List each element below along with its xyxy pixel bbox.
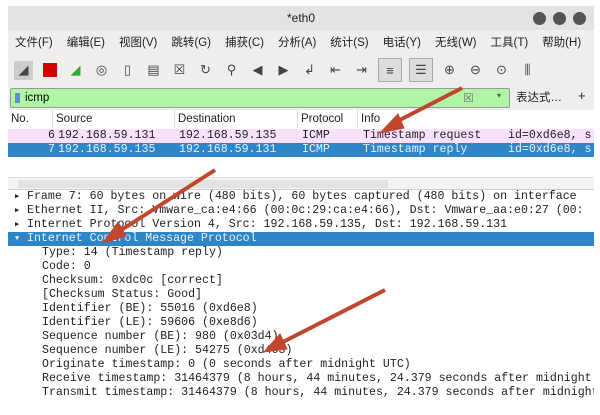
title-bar: *eth0 [8,6,594,30]
tree-item-icmp[interactable]: ▼ Internet Control Message Protocol [8,232,594,246]
minimize-button[interactable] [533,12,546,25]
tree-label: Internet Control Message Protocol [27,232,257,245]
column-header-source[interactable]: Source [53,110,175,128]
menu-bar: 文件(F) 编辑(E) 视图(V) 跳转(G) 捕获(C) 分析(A) 统计(S… [8,32,588,54]
clear-filter-icon[interactable]: ☒ [463,91,474,105]
packet-destination: 192.168.59.135 [179,129,277,142]
field-transmit-timestamp[interactable]: Transmit timestamp: 31464379 (8 hours, 4… [8,386,594,400]
column-header-no[interactable]: No. [8,110,53,128]
display-filter-bar: ☒ ▾ [10,88,510,108]
packet-info: Timestamp request [363,129,482,142]
scrollbar-thumb[interactable] [18,180,388,188]
column-header-destination[interactable]: Destination [175,110,298,128]
menu-capture[interactable]: 捕获(C) [218,32,271,54]
menu-help[interactable]: 帮助(H) [535,32,588,54]
packet-info-extra: id=0xd6e8, s [508,129,592,142]
back-icon[interactable]: ◀ [248,61,267,80]
packet-source: 192.168.59.131 [58,129,156,142]
packet-info-extra: id=0xd6e8, s [508,143,592,156]
tree-item-ethernet[interactable]: ▶ Ethernet II, Src: Vmware_ca:e4:66 (00:0… [8,204,594,218]
main-toolbar: ◢ ◢ ◎ ▯ ▤ ☒ ↻ ⚲ ◀ ▶ ↲ ⇤ ⇥ ≡ ☰ ⊕ ⊖ ⊙ ⫼ [8,56,594,84]
packet-no: 6 [48,129,55,142]
packet-protocol: ICMP [302,129,330,142]
menu-tools[interactable]: 工具(T) [484,32,536,54]
menu-statistics[interactable]: 统计(S) [323,32,375,54]
filter-dropdown-icon[interactable]: ▾ [497,91,501,100]
bookmark-icon[interactable] [15,93,20,103]
field-code[interactable]: Code: 0 [8,260,594,274]
expand-icon[interactable]: ▶ [15,190,19,204]
resize-columns-icon[interactable]: ⫼ [518,61,537,80]
packet-info: Timestamp reply [363,143,468,156]
expand-icon[interactable]: ▶ [15,204,19,218]
field-receive-timestamp[interactable]: Receive timestamp: 31464379 (8 hours, 44… [8,372,594,386]
expand-icon[interactable]: ▶ [15,218,19,232]
tree-label: Internet Protocol Version 4, Src: 192.16… [27,218,508,231]
close-file-icon[interactable]: ☒ [170,61,189,80]
goto-icon[interactable]: ↲ [300,61,319,80]
display-filter-input[interactable] [25,90,455,106]
open-icon[interactable]: ▯ [118,61,137,80]
autoscroll-icon[interactable]: ≡ [378,58,402,82]
field-sequence-be[interactable]: Sequence number (BE): 980 (0x03d4) [8,330,594,344]
options-gear-icon[interactable]: ◎ [92,61,111,80]
close-button[interactable] [573,12,586,25]
packet-protocol: ICMP [302,143,330,156]
field-type[interactable]: Type: 14 (Timestamp reply) [8,246,594,260]
field-identifier-le[interactable]: Identifier (LE): 59606 (0xe8d6) [8,316,594,330]
tree-label: Frame 7: 60 bytes on wire (480 bits), 60… [27,190,577,203]
menu-analyze[interactable]: 分析(A) [271,32,323,54]
menu-edit[interactable]: 编辑(E) [60,32,112,54]
reload-icon[interactable]: ↻ [196,61,215,80]
tree-label: Ethernet II, Src: Vmware_ca:e4:66 (00:0c… [27,204,584,217]
wireshark-window: *eth0 文件(F) 编辑(E) 视图(V) 跳转(G) 捕获(C) 分析(A… [8,6,594,415]
menu-telephony[interactable]: 电话(Y) [376,32,428,54]
field-checksum[interactable]: Checksum: 0xdc0c [correct] [8,274,594,288]
add-filter-button[interactable]: + [578,88,586,103]
menu-view[interactable]: 视图(V) [112,32,164,54]
menu-file[interactable]: 文件(F) [8,32,60,54]
column-header-info[interactable]: Info [358,110,594,128]
field-originate-timestamp[interactable]: Originate timestamp: 0 (0 seconds after … [8,358,594,372]
expression-button[interactable]: 表达式… [516,89,562,105]
maximize-button[interactable] [553,12,566,25]
tree-item-frame[interactable]: ▶ Frame 7: 60 bytes on wire (480 bits), 6… [8,190,594,204]
first-icon[interactable]: ⇤ [326,61,345,80]
menu-wireless[interactable]: 无线(W) [428,32,484,54]
menu-go[interactable]: 跳转(G) [164,32,218,54]
field-sequence-le[interactable]: Sequence number (LE): 54275 (0xd403) [8,344,594,358]
stop-icon[interactable] [40,61,59,80]
zoom-in-icon[interactable]: ⊕ [440,61,459,80]
packet-row[interactable]: 6 192.168.59.131 192.168.59.135 ICMP Tim… [8,129,594,143]
colorize-icon[interactable]: ☰ [409,58,433,82]
tree-item-ip[interactable]: ▶ Internet Protocol Version 4, Src: 192.1… [8,218,594,232]
shark-fin-icon[interactable]: ◢ [14,60,33,80]
field-identifier-be[interactable]: Identifier (BE): 55016 (0xd6e8) [8,302,594,316]
collapse-icon[interactable]: ▼ [15,232,19,246]
packet-no: 7 [48,143,55,156]
zoom-out-icon[interactable]: ⊖ [466,61,485,80]
packet-list: No. Source Destination Protocol Info 6 1… [8,110,594,190]
packet-row-selected[interactable]: 7 192.168.59.135 192.168.59.131 ICMP Tim… [8,143,594,157]
field-checksum-status[interactable]: [Checksum Status: Good] [8,288,594,302]
restart-icon[interactable]: ◢ [66,61,85,80]
packet-details: ▶ Frame 7: 60 bytes on wire (480 bits), 6… [8,189,594,415]
packet-destination: 192.168.59.131 [179,143,277,156]
window-title: *eth0 [286,11,316,25]
zoom-reset-icon[interactable]: ⊙ [492,61,511,80]
column-header-protocol[interactable]: Protocol [298,110,358,128]
packet-source: 192.168.59.135 [58,143,156,156]
forward-icon[interactable]: ▶ [274,61,293,80]
save-icon[interactable]: ▤ [144,61,163,80]
packet-list-scrollbar[interactable] [8,177,594,189]
find-icon[interactable]: ⚲ [222,61,241,80]
last-icon[interactable]: ⇥ [352,61,371,80]
